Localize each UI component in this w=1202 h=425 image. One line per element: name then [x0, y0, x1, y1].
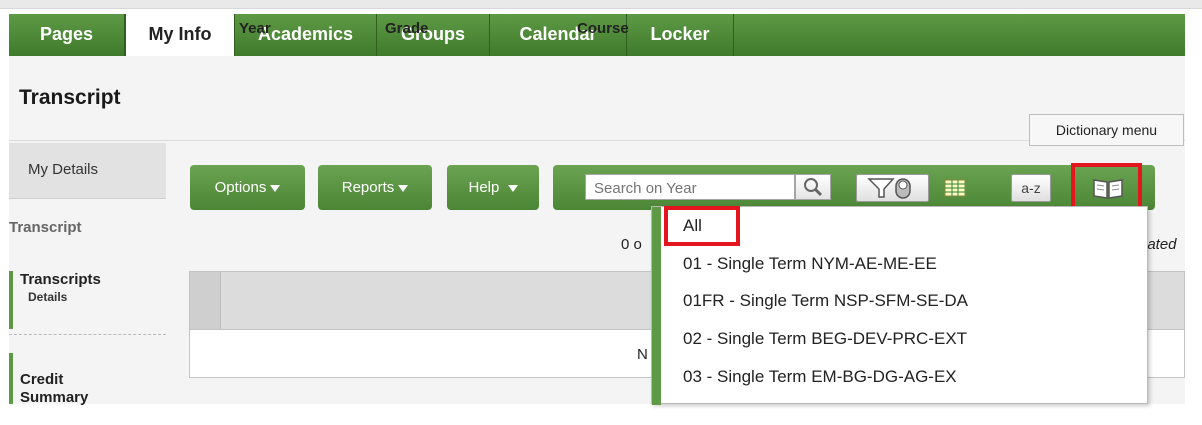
tab-pages[interactable]: Pages [9, 14, 125, 56]
dictionary-menu-item[interactable]: 03 - Single Term EM-BG-DG-AG-EX [683, 367, 957, 387]
grid-icon [944, 179, 966, 197]
search-icon [804, 178, 823, 197]
search-input[interactable] [585, 174, 795, 200]
title-divider [9, 140, 1185, 141]
column-header-year[interactable]: Year [239, 20, 271, 37]
sort-az-icon: a-z [1021, 180, 1041, 196]
dictionary-menu-item[interactable]: 02 - Single Term BEG-DEV-PRC-EXT [683, 329, 967, 349]
record-count-text: 0 o [621, 236, 642, 253]
sidebar-item-label: Transcripts [20, 271, 101, 288]
updated-text: lated [1144, 236, 1177, 253]
help-button-label: Help [468, 179, 500, 196]
sidebar-section-transcript: Transcript [9, 219, 82, 236]
dictionary-menu-tooltip: Dictionary menu [1029, 114, 1184, 146]
sort-az-button[interactable]: a-z [1011, 174, 1051, 202]
chevron-down-icon [398, 184, 409, 192]
no-records-text: N [637, 346, 648, 363]
page-title: Transcript [19, 86, 121, 109]
column-header-course[interactable]: Course [577, 20, 629, 37]
help-button[interactable]: Help [447, 165, 539, 210]
sidebar-subitem-details[interactable]: Details [20, 290, 166, 304]
dictionary-menu-item[interactable]: 01FR - Single Term NSP-SFM-SE-DA [683, 291, 968, 311]
dropdown-accent-stripe [652, 207, 661, 405]
options-button[interactable]: Options [190, 165, 305, 210]
highlight-box-all [664, 206, 740, 246]
column-header-grade[interactable]: Grade [385, 20, 428, 37]
sidebar-item-credit-summary[interactable]: Credit Summary [9, 353, 166, 406]
window-top-frame [0, 0, 1202, 9]
sidebar-item-label: Credit Summary [20, 371, 89, 406]
options-button-label: Options [214, 179, 267, 196]
reports-button-label: Reports [341, 179, 395, 196]
reports-button[interactable]: Reports [318, 165, 432, 210]
dictionary-menu-item[interactable]: 01 - Single Term NYM-AE-ME-EE [683, 254, 937, 274]
table-select-column[interactable] [190, 272, 221, 329]
chevron-down-icon [507, 184, 518, 192]
filter-icon [867, 178, 911, 199]
search-button[interactable] [795, 174, 831, 200]
sidebar-divider [9, 334, 166, 335]
chevron-down-icon [270, 184, 281, 192]
filter-button[interactable] [856, 174, 929, 202]
sidebar-item-transcripts[interactable]: Transcripts Details [9, 271, 166, 329]
grid-view-button[interactable] [939, 174, 971, 202]
tab-locker[interactable]: Locker [627, 14, 734, 56]
sidebar-item-label: My Details [28, 161, 99, 178]
sidebar-item-my-details[interactable]: My Details [9, 143, 166, 199]
tab-my-info[interactable]: My Info [125, 14, 235, 57]
